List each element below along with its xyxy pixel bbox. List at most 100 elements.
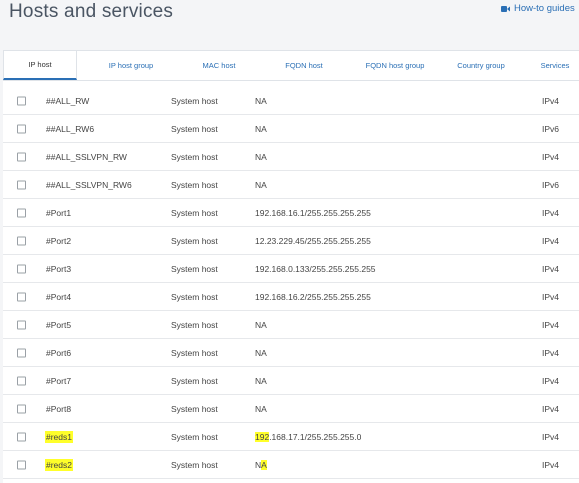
- host-name[interactable]: #Port1: [46, 208, 71, 218]
- ip-version: IPv4: [542, 403, 560, 414]
- host-ip: NA: [255, 179, 267, 190]
- table-row[interactable]: #Port4 System host 192.168.16.2/255.255.…: [3, 283, 579, 311]
- host-type: System host: [171, 263, 218, 274]
- row-checkbox[interactable]: [17, 236, 26, 245]
- table-row[interactable]: #Port3 System host 192.168.0.133/255.255…: [3, 255, 579, 283]
- ip-version: IPv6: [542, 179, 560, 190]
- row-checkbox[interactable]: [17, 460, 26, 469]
- host-type: System host: [171, 179, 218, 190]
- ip-version: IPv4: [542, 151, 560, 162]
- ip-version: IPv4: [542, 207, 560, 218]
- highlight-mark: A: [261, 459, 267, 470]
- host-ip: 12.23.229.45/255.255.255.255: [255, 235, 371, 246]
- table-row[interactable]: ##ALL_RW System host NA IPv4: [3, 87, 579, 115]
- host-name[interactable]: #Port8: [46, 404, 71, 414]
- host-ip: 192.168.17.1/255.255.255.0: [255, 431, 362, 442]
- host-name[interactable]: ##ALL_RW: [46, 96, 89, 106]
- host-name[interactable]: ##ALL_SSLVPN_RW: [46, 152, 127, 162]
- host-type: System host: [171, 375, 218, 386]
- host-table: ##ALL_RW System host NA IPv4 ##ALL_RW6 S…: [3, 87, 579, 479]
- host-type: System host: [171, 151, 218, 162]
- ip-version: IPv4: [542, 375, 560, 386]
- table-row[interactable]: ##ALL_RW6 System host NA IPv6: [3, 115, 579, 143]
- host-name[interactable]: #Port5: [46, 320, 71, 330]
- how-to-guides-label: How-to guides: [514, 3, 575, 14]
- row-checkbox[interactable]: [17, 432, 26, 441]
- host-name[interactable]: #reds2: [45, 458, 73, 471]
- host-ip: NA: [255, 375, 267, 386]
- how-to-guides-link[interactable]: How-to guides: [501, 3, 575, 14]
- host-type: System host: [171, 347, 218, 358]
- ip-version: IPv6: [542, 123, 560, 134]
- row-checkbox[interactable]: [17, 376, 26, 385]
- host-ip: NA: [255, 319, 267, 330]
- host-ip: NA: [255, 151, 267, 162]
- host-ip: 192.168.16.2/255.255.255.255: [255, 291, 371, 302]
- ip-version: IPv4: [542, 459, 560, 470]
- row-checkbox[interactable]: [17, 208, 26, 217]
- page-title: Hosts and services: [9, 1, 174, 22]
- table-row[interactable]: ##ALL_SSLVPN_RW6 System host NA IPv6: [3, 171, 579, 199]
- host-type: System host: [171, 291, 218, 302]
- tab-fqdn-host-group[interactable]: FQDN host group: [355, 51, 435, 80]
- host-name[interactable]: #Port7: [46, 376, 71, 386]
- host-ip: NA: [255, 403, 267, 414]
- video-camera-icon: [501, 5, 510, 12]
- row-checkbox[interactable]: [17, 180, 26, 189]
- ip-version: IPv4: [542, 319, 560, 330]
- host-name[interactable]: ##ALL_RW6: [46, 124, 94, 134]
- table-row[interactable]: #Port2 System host 12.23.229.45/255.255.…: [3, 227, 579, 255]
- table-row[interactable]: #Port5 System host NA IPv4: [3, 311, 579, 339]
- table-row[interactable]: #Port1 System host 192.168.16.1/255.255.…: [3, 199, 579, 227]
- host-ip: 192.168.0.133/255.255.255.255: [255, 263, 376, 274]
- host-type: System host: [171, 235, 218, 246]
- row-checkbox[interactable]: [17, 348, 26, 357]
- host-type: System host: [171, 207, 218, 218]
- table-row[interactable]: #reds1 System host 192.168.17.1/255.255.…: [3, 423, 579, 451]
- host-ip: NA: [255, 347, 267, 358]
- ip-version: IPv4: [542, 431, 560, 442]
- host-name[interactable]: #Port3: [46, 264, 71, 274]
- host-type: System host: [171, 431, 218, 442]
- content-panel: IP host IP host group MAC host FQDN host…: [3, 50, 579, 483]
- host-name[interactable]: #Port6: [46, 348, 71, 358]
- row-checkbox[interactable]: [17, 292, 26, 301]
- table-row[interactable]: #Port8 System host NA IPv4: [3, 395, 579, 423]
- tab-ip-host-group[interactable]: IP host group: [77, 51, 185, 80]
- host-name[interactable]: #Port2: [46, 236, 71, 246]
- tab-fqdn-host[interactable]: FQDN host: [253, 51, 355, 80]
- ip-version: IPv4: [542, 95, 560, 106]
- ip-version: IPv4: [542, 291, 560, 302]
- highlight-mark: 192: [255, 431, 270, 442]
- tab-mac-host[interactable]: MAC host: [185, 51, 253, 80]
- tab-ip-host[interactable]: IP host: [3, 51, 77, 80]
- host-name[interactable]: ##ALL_SSLVPN_RW6: [46, 180, 132, 190]
- ip-version: IPv4: [542, 347, 560, 358]
- row-checkbox[interactable]: [17, 124, 26, 133]
- host-ip-rest: .168.17.1/255.255.255.0: [269, 431, 362, 442]
- host-type: System host: [171, 403, 218, 414]
- tab-bar: IP host IP host group MAC host FQDN host…: [3, 51, 579, 81]
- row-checkbox[interactable]: [17, 404, 26, 413]
- table-row[interactable]: #Port7 System host NA IPv4: [3, 367, 579, 395]
- ip-version: IPv4: [542, 235, 560, 246]
- row-checkbox[interactable]: [17, 152, 26, 161]
- host-ip: 192.168.16.1/255.255.255.255: [255, 207, 371, 218]
- row-checkbox[interactable]: [17, 96, 26, 105]
- host-type: System host: [171, 459, 218, 470]
- table-row[interactable]: #Port6 System host NA IPv4: [3, 339, 579, 367]
- tab-services[interactable]: Services: [527, 51, 579, 80]
- table-row[interactable]: #reds2 System host NA IPv4: [3, 451, 579, 479]
- host-name[interactable]: #Port4: [46, 292, 71, 302]
- host-ip: NA: [255, 95, 267, 106]
- host-type: System host: [171, 95, 218, 106]
- host-name[interactable]: #reds1: [45, 430, 73, 443]
- host-type: System host: [171, 319, 218, 330]
- host-ip: NA: [255, 123, 267, 134]
- host-ip: NA: [255, 459, 267, 470]
- tab-country-group[interactable]: Country group: [435, 51, 527, 80]
- row-checkbox[interactable]: [17, 320, 26, 329]
- row-checkbox[interactable]: [17, 264, 26, 273]
- ip-version: IPv4: [542, 263, 560, 274]
- table-row[interactable]: ##ALL_SSLVPN_RW System host NA IPv4: [3, 143, 579, 171]
